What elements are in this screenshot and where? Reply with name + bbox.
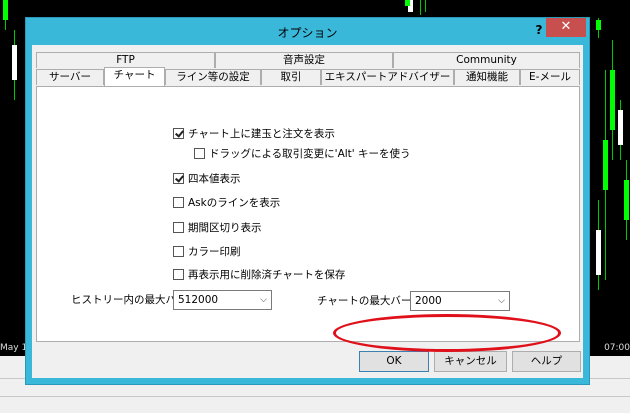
tab-trade[interactable]: 取引 xyxy=(261,69,321,85)
tab-label: サーバー xyxy=(49,71,91,83)
ohlc-checkbox[interactable] xyxy=(173,173,184,184)
tab-sound[interactable]: 音声設定 xyxy=(215,52,393,68)
help-button[interactable]: ヘルプ xyxy=(512,351,581,372)
option-label: 期間区切り表示 xyxy=(188,222,262,234)
color-print-checkbox[interactable] xyxy=(173,246,184,257)
history-bars-value: 512000 xyxy=(178,294,219,306)
tab-chart[interactable]: チャート xyxy=(104,67,165,86)
options-dialog: オプション ? ✕ FTP 音声設定 Community サーバー チャート ラ… xyxy=(25,17,590,385)
option-label: 再表示用に削除済チャートを保存 xyxy=(188,269,346,281)
ok-button[interactable]: OK xyxy=(359,351,429,372)
tab-label: 音声設定 xyxy=(283,54,325,66)
option-label: チャート上に建玉と注文を表示 xyxy=(188,128,335,140)
option-label: 四本値表示 xyxy=(188,173,241,185)
chart-bars-value: 2000 xyxy=(415,295,442,307)
period-separator-option[interactable]: 期間区切り表示 xyxy=(173,222,262,236)
tab-label: E-メール xyxy=(529,71,571,83)
dialog-title: オプション xyxy=(277,26,338,40)
tab-label: FTP xyxy=(116,54,135,66)
chart-bars-select[interactable]: 2000 ⌵ xyxy=(410,291,510,311)
tab-email[interactable]: E-メール xyxy=(520,69,580,85)
dialog-client: FTP 音声設定 Community サーバー チャート ライン等の設定 取引 … xyxy=(32,45,583,378)
chart-tab-panel: チャート上に建玉と注文を表示 ドラッグによる取引変更に'Alt' キーを使う 四… xyxy=(36,86,580,342)
chevron-down-icon[interactable]: ⌵ xyxy=(260,291,267,309)
chevron-down-icon[interactable]: ⌵ xyxy=(498,292,505,310)
tab-line-objects[interactable]: ライン等の設定 xyxy=(165,69,261,85)
history-bars-select[interactable]: 512000 ⌵ xyxy=(173,290,272,310)
cancel-button[interactable]: キャンセル xyxy=(434,351,507,372)
tab-community[interactable]: Community xyxy=(393,52,580,68)
tab-label: エキスパートアドバイザー xyxy=(324,71,451,83)
drag-alt-checkbox[interactable] xyxy=(194,148,205,159)
tab-label: 取引 xyxy=(280,71,302,83)
option-label: カラー印刷 xyxy=(188,246,241,258)
period-separator-checkbox[interactable] xyxy=(173,222,184,233)
show-trades-checkbox[interactable] xyxy=(173,128,184,139)
tab-notifications[interactable]: 通知機能 xyxy=(454,69,520,85)
red-annotation-ellipse xyxy=(333,314,561,352)
tab-label: Community xyxy=(456,54,517,66)
color-print-option[interactable]: カラー印刷 xyxy=(173,246,241,260)
save-deleted-checkbox[interactable] xyxy=(173,269,184,280)
ohlc-option[interactable]: 四本値表示 xyxy=(173,173,241,187)
option-label: Askのラインを表示 xyxy=(188,197,281,209)
save-deleted-option[interactable]: 再表示用に削除済チャートを保存 xyxy=(173,269,345,283)
tab-label: 通知機能 xyxy=(466,71,508,83)
tab-label: ライン等の設定 xyxy=(176,71,250,83)
title-bar[interactable]: オプション ? ✕ xyxy=(26,18,589,44)
time-label-right: 07:00 xyxy=(604,343,630,353)
show-trades-option[interactable]: チャート上に建玉と注文を表示 xyxy=(173,128,335,142)
drag-alt-option[interactable]: ドラッグによる取引変更に'Alt' キーを使う xyxy=(194,148,411,162)
close-icon[interactable]: ✕ xyxy=(546,18,586,37)
ask-line-option[interactable]: Askのラインを表示 xyxy=(173,197,280,211)
tab-ftp[interactable]: FTP xyxy=(36,52,215,68)
option-label: ドラッグによる取引変更に'Alt' キーを使う xyxy=(209,148,411,160)
tab-label: チャート xyxy=(113,69,156,81)
tab-server[interactable]: サーバー xyxy=(36,69,104,85)
tab-expert-advisors[interactable]: エキスパートアドバイザー xyxy=(321,69,454,85)
ask-line-checkbox[interactable] xyxy=(173,197,184,208)
